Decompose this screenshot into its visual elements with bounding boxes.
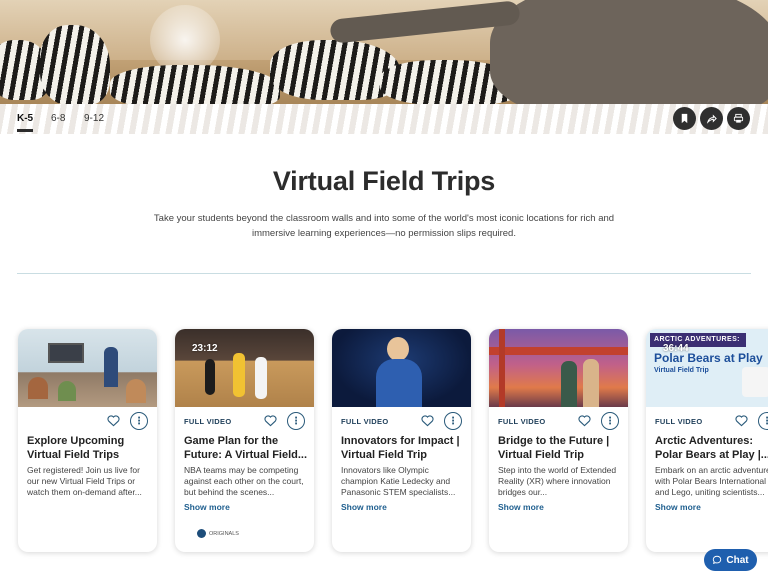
discovery-logo-icon (197, 529, 206, 538)
elephant-image (490, 0, 768, 104)
active-tab-indicator (17, 129, 33, 132)
share-button[interactable] (700, 107, 723, 130)
show-more-link[interactable]: Show more (655, 502, 701, 512)
print-button[interactable] (727, 107, 750, 130)
video-card[interactable]: FULL VIDEO ⋮ Bridge to the Future | Virt… (489, 329, 628, 552)
brand-badge: ORIGINALS (197, 529, 239, 538)
card-title[interactable]: Arctic Adventures: Polar Bears at Play |… (655, 434, 768, 462)
tab-6-8[interactable]: 6-8 (51, 113, 65, 124)
more-options-button[interactable]: ⋮ (758, 412, 768, 430)
more-options-button[interactable]: ⋮ (130, 412, 148, 430)
tab-bar-backdrop (0, 104, 768, 134)
card-thumbnail (175, 329, 314, 407)
video-card[interactable]: FULL VIDEO ⋮ Innovators for Impact | Vir… (332, 329, 471, 552)
chat-bubble-icon (713, 555, 722, 565)
student-figure (58, 381, 76, 401)
section-divider (17, 273, 751, 274)
polar-bear-figure (742, 367, 768, 397)
favorite-heart-icon[interactable] (264, 414, 277, 427)
presenter-figure (376, 359, 422, 407)
video-card[interactable]: ARCTIC ADVENTURES: Polar Bears at Play V… (646, 329, 768, 552)
player-figure (255, 357, 267, 399)
thumb-subheadline: Virtual Field Trip (654, 367, 709, 374)
content-type-label: FULL VIDEO (341, 417, 389, 426)
chat-label: Chat (726, 554, 749, 566)
more-options-button[interactable]: ⋮ (287, 412, 305, 430)
show-more-link[interactable]: Show more (341, 502, 387, 512)
bookmark-button[interactable] (673, 107, 696, 130)
share-icon (706, 114, 717, 124)
show-more-link[interactable]: Show more (498, 502, 544, 512)
card-title[interactable]: Game Plan for the Future: A Virtual Fiel… (184, 434, 309, 462)
person-figure (583, 359, 599, 407)
zebra-image (40, 25, 110, 104)
brand-label: ORIGINALS (209, 530, 239, 537)
thumb-banner-text: ARCTIC ADVENTURES: (654, 336, 740, 343)
card-description: NBA teams may be competing against each … (184, 465, 304, 497)
bridge-beam (489, 347, 628, 355)
card-thumbnail (489, 329, 628, 407)
show-more-link[interactable]: Show more (184, 502, 230, 512)
favorite-heart-icon[interactable] (578, 414, 591, 427)
student-figure (28, 377, 48, 399)
player-figure (233, 353, 245, 397)
card-description: Innovators like Olympic champion Katie L… (341, 465, 456, 497)
chat-button[interactable]: Chat (704, 549, 757, 571)
zebra-image (110, 65, 280, 104)
print-icon (733, 113, 744, 123)
card-thumbnail (332, 329, 471, 407)
video-card[interactable]: 23:12 FULL VIDEO ⋮ Game Plan for the Fut… (175, 329, 314, 552)
classroom-screen (48, 343, 84, 363)
referee-figure (205, 359, 215, 395)
bridge-tower (499, 329, 505, 407)
page-subtitle: Take your students beyond the classroom … (153, 213, 615, 239)
card-title[interactable]: Innovators for Impact | Virtual Field Tr… (341, 434, 466, 462)
bookmark-icon (681, 113, 688, 124)
content-type-label: FULL VIDEO (184, 417, 232, 426)
card-thumbnail (18, 329, 157, 407)
card-description: Get registered! Join us live for our new… (27, 465, 142, 497)
teacher-figure (104, 347, 118, 387)
presenter-head (387, 337, 409, 361)
video-duration: 23:12 (192, 343, 218, 354)
video-card[interactable]: ⋮ Explore Upcoming Virtual Field Trips G… (18, 329, 157, 552)
card-title[interactable]: Explore Upcoming Virtual Field Trips (27, 434, 152, 462)
more-options-button[interactable]: ⋮ (444, 412, 462, 430)
favorite-heart-icon[interactable] (735, 414, 748, 427)
video-duration: 36:44 (663, 343, 689, 354)
tab-k-5[interactable]: K-5 (17, 113, 33, 124)
card-title[interactable]: Bridge to the Future | Virtual Field Tri… (498, 434, 623, 462)
content-type-label: FULL VIDEO (655, 417, 703, 426)
student-figure (126, 379, 146, 403)
card-description: Embark on an arctic adventure with Polar… (655, 465, 768, 497)
person-figure (561, 361, 577, 407)
page-title: Virtual Field Trips (272, 166, 496, 196)
card-description: Step into the world of Extended Reality … (498, 465, 617, 497)
favorite-heart-icon[interactable] (421, 414, 434, 427)
favorite-heart-icon[interactable] (107, 414, 120, 427)
card-thumbnail: ARCTIC ADVENTURES: Polar Bears at Play V… (646, 329, 768, 407)
tab-9-12[interactable]: 9-12 (84, 113, 104, 124)
content-type-label: FULL VIDEO (498, 417, 546, 426)
more-options-button[interactable]: ⋮ (601, 412, 619, 430)
hero-banner (0, 0, 768, 104)
grade-tab-bar (0, 104, 768, 134)
